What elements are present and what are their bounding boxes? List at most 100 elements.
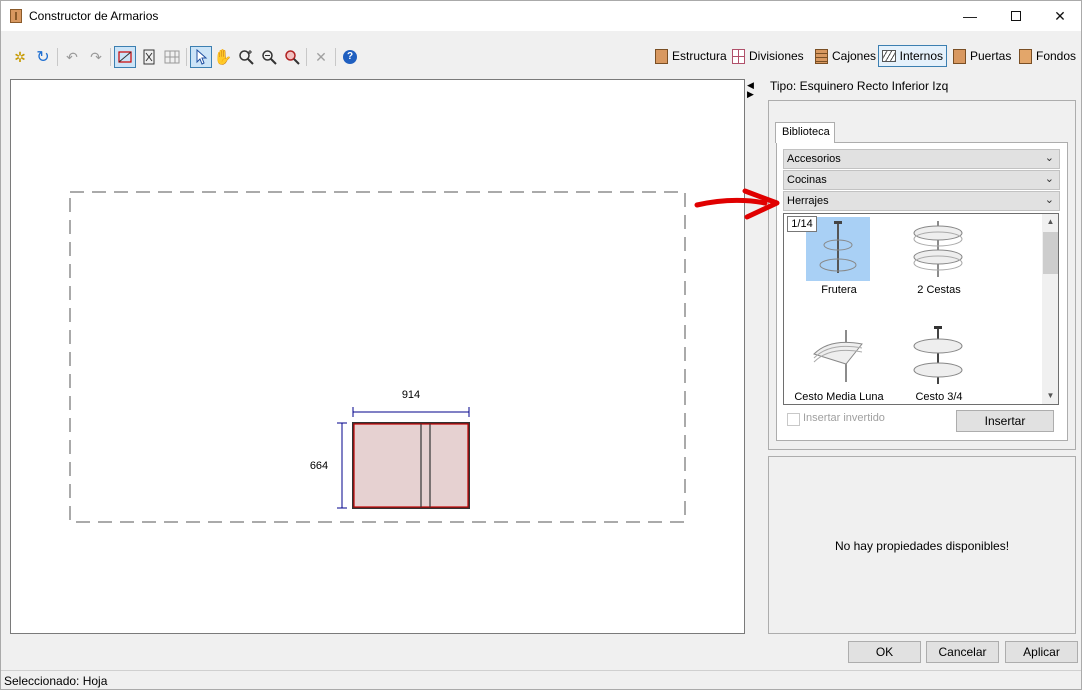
drawing-canvas[interactable]: 914 664 [10, 79, 745, 634]
new-icon: ✲ [14, 48, 26, 65]
toolbar: ✲ ↻ ↶ ↷ ✋ ✕ ? Estructura Divisiones Cajo… [1, 43, 1081, 71]
group-herrajes-label: Herrajes [787, 195, 829, 207]
pan-icon: ✋ [213, 49, 233, 66]
internos-label: Internos [899, 49, 943, 63]
cajones-label: Cajones [832, 49, 877, 63]
zoom-extents-button[interactable] [235, 46, 257, 68]
delete-icon: ✕ [315, 48, 327, 65]
group-cocinas-label: Cocinas [787, 174, 827, 186]
list-item-cesto-3-4[interactable]: Cesto 3/4 [884, 321, 994, 404]
chevron-down-icon: ⌄ [1044, 173, 1054, 185]
minimize-button[interactable]: — [947, 1, 993, 31]
title-bar: Constructor de Armarios — ✕ [1, 1, 1081, 31]
close-button[interactable]: ✕ [1037, 1, 1082, 31]
zoom-extents-icon [239, 50, 254, 65]
depth-dim-text: 664 [310, 460, 328, 472]
status-bar: Seleccionado: Hoja [1, 670, 1081, 690]
zoom-button[interactable] [281, 46, 303, 68]
annotation-arrow [694, 188, 780, 220]
cesto-media-luna-label: Cesto Media Luna [794, 391, 884, 403]
expand-right-icon: ▶ [747, 89, 754, 99]
internos-button[interactable]: Internos [878, 45, 947, 67]
cajones-button[interactable]: Cajones [812, 45, 879, 67]
zoom-out-button[interactable] [258, 46, 280, 68]
scroll-up-icon[interactable]: ▲ [1042, 214, 1058, 230]
undo-icon: ↶ [66, 48, 78, 65]
estructura-button[interactable]: Estructura [652, 45, 730, 67]
fondos-icon [1019, 48, 1032, 64]
plan-view-icon [118, 51, 132, 63]
section-view-icon [143, 49, 155, 65]
cesto-media-luna-thumbnail [806, 324, 870, 388]
status-text: Seleccionado: Hoja [4, 674, 108, 688]
list-item-cesto-media-luna[interactable]: Cesto Media Luna [784, 321, 894, 404]
redo-icon: ↷ [90, 48, 102, 65]
select-tool-button[interactable] [190, 46, 212, 68]
group-accesorios-label: Accesorios [787, 153, 841, 165]
scrollbar-thumb[interactable] [1043, 232, 1058, 274]
insert-inverted-checkbox[interactable] [787, 413, 800, 426]
cesto-3-4-label: Cesto 3/4 [915, 391, 963, 403]
2-cestas-label: 2 Cestas [917, 284, 961, 296]
zoom-icon [285, 50, 300, 65]
panel-toggle[interactable]: ◀ ▶ [747, 81, 754, 99]
close-icon: ✕ [1054, 7, 1066, 24]
redo-button[interactable]: ↷ [85, 46, 107, 68]
cesto-media-luna-image [813, 330, 863, 382]
pan-button[interactable]: ✋ [212, 46, 234, 68]
2-cestas-thumbnail [906, 217, 970, 281]
insert-button[interactable]: Insertar [956, 410, 1054, 432]
fondos-label: Fondos [1036, 49, 1077, 63]
cesto-3-4-thumbnail [906, 324, 970, 388]
section-view-button[interactable] [138, 46, 160, 68]
cabinet-plan[interactable] [352, 422, 470, 509]
plan-view-button[interactable] [114, 46, 136, 68]
wardrobe-app-icon [10, 9, 22, 23]
help-icon: ? [343, 50, 357, 64]
divisiones-button[interactable]: Divisiones [729, 45, 807, 67]
grid-button[interactable] [161, 46, 183, 68]
width-dim-text: 914 [402, 389, 420, 401]
ok-button[interactable]: OK [848, 641, 921, 663]
estructura-label: Estructura [672, 49, 727, 63]
new-button[interactable]: ✲ [9, 46, 31, 68]
tab-biblioteca[interactable]: Biblioteca [775, 122, 835, 143]
zoom-out-icon [262, 50, 277, 65]
apply-button[interactable]: Aplicar [1005, 641, 1078, 663]
pointer-icon [196, 49, 208, 65]
chevron-down-icon: ⌄ [1044, 152, 1054, 164]
no-properties-message: No hay propiedades disponibles! [834, 539, 1010, 553]
type-label: Tipo: Esquinero Recto Inferior Izq [770, 79, 949, 93]
puertas-icon [953, 48, 966, 64]
group-herrajes[interactable]: Herrajes ⌄ [783, 191, 1060, 211]
scroll-down-icon[interactable]: ▼ [1042, 388, 1058, 404]
drawing-svg: 914 664 [69, 191, 686, 523]
cancel-button[interactable]: Cancelar [926, 641, 999, 663]
herrajes-item-list[interactable]: 1/14 Frutera 2 Cestas Cesto Media Luna C… [783, 213, 1059, 405]
fondos-button[interactable]: Fondos [1016, 45, 1079, 67]
divisiones-icon [732, 48, 745, 64]
cajones-icon [815, 48, 828, 64]
estructura-icon [655, 48, 668, 64]
grid-icon [164, 50, 180, 64]
cesto-3-4-image [913, 326, 963, 384]
item-list-scrollbar[interactable]: ▲ ▼ [1042, 214, 1058, 404]
depth-dimension: 664 [310, 422, 347, 509]
undo-button[interactable]: ↶ [61, 46, 83, 68]
help-button[interactable]: ? [339, 46, 361, 68]
maximize-icon [1011, 11, 1021, 21]
window-title: Constructor de Armarios [29, 9, 159, 23]
list-item-2-cestas[interactable]: 2 Cestas [884, 214, 994, 304]
2-cestas-image [913, 221, 963, 277]
chevron-down-icon: ⌄ [1044, 194, 1054, 206]
group-cocinas[interactable]: Cocinas ⌄ [783, 170, 1060, 190]
page-indicator: 1/14 [787, 216, 817, 232]
maximize-button[interactable] [993, 1, 1039, 31]
minimize-icon: — [963, 8, 977, 24]
frutera-label: Frutera [821, 284, 857, 296]
group-accesorios[interactable]: Accesorios ⌄ [783, 149, 1060, 169]
refresh-icon: ↻ [36, 49, 50, 66]
delete-button[interactable]: ✕ [310, 46, 332, 68]
refresh-button[interactable]: ↻ [32, 46, 54, 68]
puertas-button[interactable]: Puertas [950, 45, 1014, 67]
